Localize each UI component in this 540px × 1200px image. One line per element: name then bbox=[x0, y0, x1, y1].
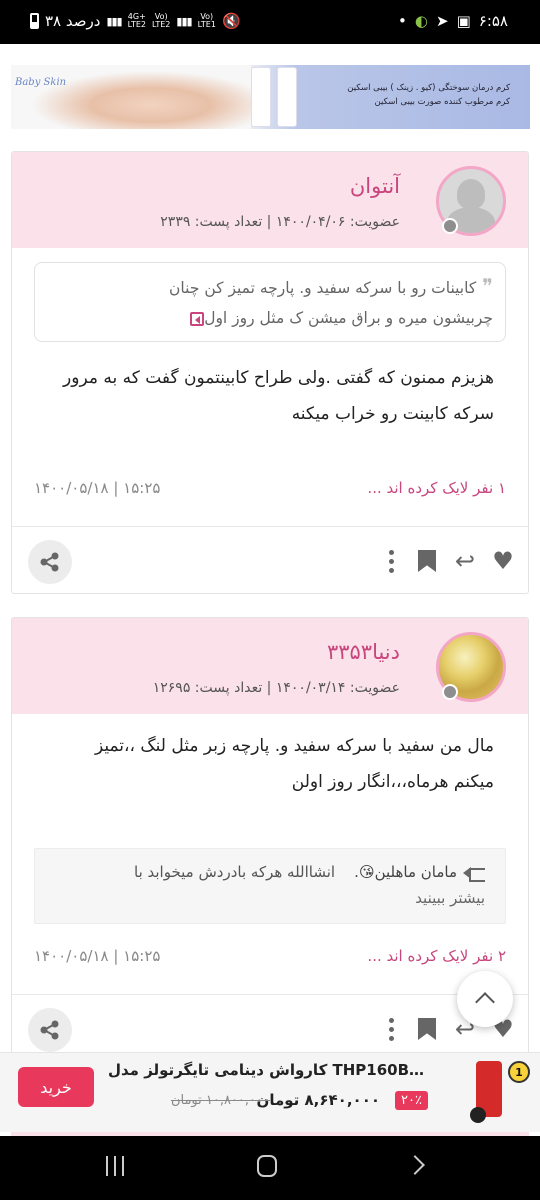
banner-baby-image bbox=[11, 65, 251, 129]
share-icon bbox=[40, 1020, 59, 1040]
discount-badge: ۲۰٪ bbox=[395, 1091, 428, 1110]
post-body: هزیزم ممنون که گفتی .ولی طراح کابینتمون … bbox=[34, 360, 494, 432]
post-date: ۱۴۰۰/۰۵/۱۸ | ۱۵:۲۵ bbox=[34, 479, 161, 497]
status-right: • ◐ ➤ ▣ ۶:۵۸ bbox=[398, 12, 508, 30]
chevron-up-icon bbox=[475, 992, 495, 1012]
likes-link[interactable]: ۱ نفر لایک کرده اند ... bbox=[367, 479, 506, 497]
more-vert-icon[interactable] bbox=[378, 1016, 404, 1042]
reply-arrow-icon bbox=[463, 866, 485, 882]
banner-ad[interactable]: Baby Skin کرم درمان سوختگی (کیو . زینک )… bbox=[11, 65, 530, 129]
online-status-dot bbox=[442, 684, 458, 700]
divider bbox=[12, 994, 528, 995]
app-icon: ◐ bbox=[414, 12, 428, 30]
share-icon bbox=[40, 552, 59, 572]
notification-dot-icon: • bbox=[398, 12, 407, 30]
post-body-line1: هزیزم ممنون که گفتی .ولی طراح کابینتمون … bbox=[63, 368, 494, 388]
share-button[interactable] bbox=[28, 1008, 72, 1052]
rank-badge: 1 bbox=[508, 1061, 530, 1083]
buy-button[interactable]: خرید bbox=[18, 1067, 94, 1107]
post-card: دنیا۳۳۵۳ عضویت: ۱۴۰۰/۰۳/۱۴ | تعداد پست: … bbox=[11, 617, 529, 1077]
signal2-icon: ▮▮▮ bbox=[176, 14, 192, 28]
jump-to-quote-icon[interactable] bbox=[190, 311, 205, 326]
banner-line2: کرم مرطوب کننده صورت بیبی اسکین bbox=[374, 97, 510, 107]
user-meta: عضویت: ۱۴۰۰/۰۳/۱۴ | تعداد پست: ۱۲۶۹۵ bbox=[152, 680, 400, 696]
post-header: دنیا۳۳۵۳ عضویت: ۱۴۰۰/۰۳/۱۴ | تعداد پست: … bbox=[12, 618, 528, 714]
online-status-dot bbox=[442, 218, 458, 234]
banner-logo: Baby Skin bbox=[15, 77, 67, 88]
telegram-icon: ➤ bbox=[436, 12, 449, 30]
see-more-link[interactable]: بیشتر ببینید bbox=[55, 885, 485, 911]
reply-icon[interactable]: ↩ bbox=[452, 547, 478, 575]
banner-product-image bbox=[251, 67, 301, 127]
username[interactable]: آنتوان bbox=[350, 174, 400, 198]
old-price: ۱۰,۸۰۰,۰۰۰ تومان bbox=[170, 1093, 270, 1108]
recent-apps-button[interactable] bbox=[106, 1156, 124, 1176]
post-date: ۱۴۰۰/۰۵/۱۸ | ۱۵:۲۵ bbox=[34, 947, 161, 965]
post-body-line2: سرکه کابینت رو خراب میکنه bbox=[291, 404, 494, 424]
product-title[interactable]: کارواش دینامی تایگرتولز مدل THP160B-180.… bbox=[108, 1061, 428, 1079]
product-price: ۸,۶۴۰,۰۰۰ تومان bbox=[256, 1091, 380, 1109]
system-nav-bar bbox=[0, 1136, 540, 1200]
battery-icon bbox=[30, 13, 39, 29]
post-body-line2: میکنم هرماه،،،انگار روز اولن bbox=[291, 772, 494, 792]
post-body: مال من سفید با سرکه سفید و. پارچه زبر مث… bbox=[34, 728, 494, 800]
home-button[interactable] bbox=[257, 1155, 277, 1177]
post-body-line1: مال من سفید با سرکه سفید و. پارچه زبر مث… bbox=[94, 736, 494, 756]
reply-author: مامان ماهلین😘. bbox=[354, 863, 457, 881]
post-actions: ♥ ↩ bbox=[12, 528, 528, 594]
post-card: آنتوان عضویت: ۱۴۰۰/۰۴/۰۶ | تعداد پست: ۲۳… bbox=[11, 151, 529, 594]
signal-icon: ▮▮▮ bbox=[106, 14, 122, 28]
back-button[interactable] bbox=[405, 1155, 425, 1175]
volte2-label: Vo) LTE2 bbox=[152, 12, 171, 29]
quote-text-line1: کابینات رو با سرکه سفید و. پارچه تمیز کن… bbox=[169, 279, 477, 297]
volte1-label: Vo) LTE1 bbox=[197, 12, 216, 29]
product-image: 1 bbox=[436, 1057, 532, 1129]
mute-icon: 🔇 bbox=[221, 12, 241, 30]
likes-link[interactable]: ۲ نفر لایک کرده اند ... bbox=[367, 947, 506, 965]
status-bar: ۳۸ درصد ▮▮▮ 4G+ LTE2 Vo) LTE2 ▮▮▮ Vo) LTE1 … bbox=[0, 0, 540, 44]
quote-mark-icon: ❞ bbox=[482, 274, 493, 298]
user-meta: عضویت: ۱۴۰۰/۰۴/۰۶ | تعداد پست: ۲۳۳۹ bbox=[160, 214, 400, 230]
battery-percent: ۳۸ درصد bbox=[45, 12, 101, 30]
quote-text-line2: چربیشون میره و براق میشن ک مثل روز اول bbox=[204, 309, 493, 327]
heart-icon[interactable]: ♥ bbox=[490, 547, 516, 575]
banner-line1: کرم درمان سوختگی (کیو . زینک ) بیبی اسکی… bbox=[347, 83, 510, 93]
product-ad[interactable]: 1 کارواش دینامی تایگرتولز مدل THP160B-18… bbox=[0, 1052, 540, 1132]
network-4g-label: 4G+ LTE2 bbox=[127, 12, 146, 29]
likes-row: ۲ نفر لایک کرده اند ... ۱۴۰۰/۰۵/۱۸ | ۱۵:… bbox=[34, 947, 506, 971]
more-vert-icon[interactable] bbox=[378, 548, 404, 574]
clock-time: ۶:۵۸ bbox=[478, 12, 508, 30]
share-button[interactable] bbox=[28, 540, 72, 584]
reply-text: انشاالله هرکه بادردش میخوابد با bbox=[134, 863, 336, 881]
reply-preview[interactable]: مامان ماهلین😘. انشاالله هرکه بادردش میخو… bbox=[34, 848, 506, 924]
bookmark-icon[interactable] bbox=[414, 1016, 440, 1042]
bookmark-icon[interactable] bbox=[414, 548, 440, 574]
likes-row: ۱ نفر لایک کرده اند ... ۱۴۰۰/۰۵/۱۸ | ۱۵:… bbox=[34, 479, 506, 503]
divider bbox=[12, 526, 528, 527]
gallery-icon: ▣ bbox=[456, 12, 471, 30]
username[interactable]: دنیا۳۳۵۳ bbox=[327, 640, 400, 664]
quoted-message[interactable]: ❞ کابینات رو با سرکه سفید و. پارچه تمیز ک… bbox=[34, 262, 506, 342]
scroll-to-top-button[interactable] bbox=[457, 971, 513, 1027]
banner-text: کرم درمان سوختگی (کیو . زینک ) بیبی اسکی… bbox=[347, 81, 510, 109]
post-header: آنتوان عضویت: ۱۴۰۰/۰۴/۰۶ | تعداد پست: ۲۳… bbox=[12, 152, 528, 248]
status-left: ۳۸ درصد ▮▮▮ 4G+ LTE2 Vo) LTE2 ▮▮▮ Vo) LTE1 … bbox=[30, 12, 241, 30]
